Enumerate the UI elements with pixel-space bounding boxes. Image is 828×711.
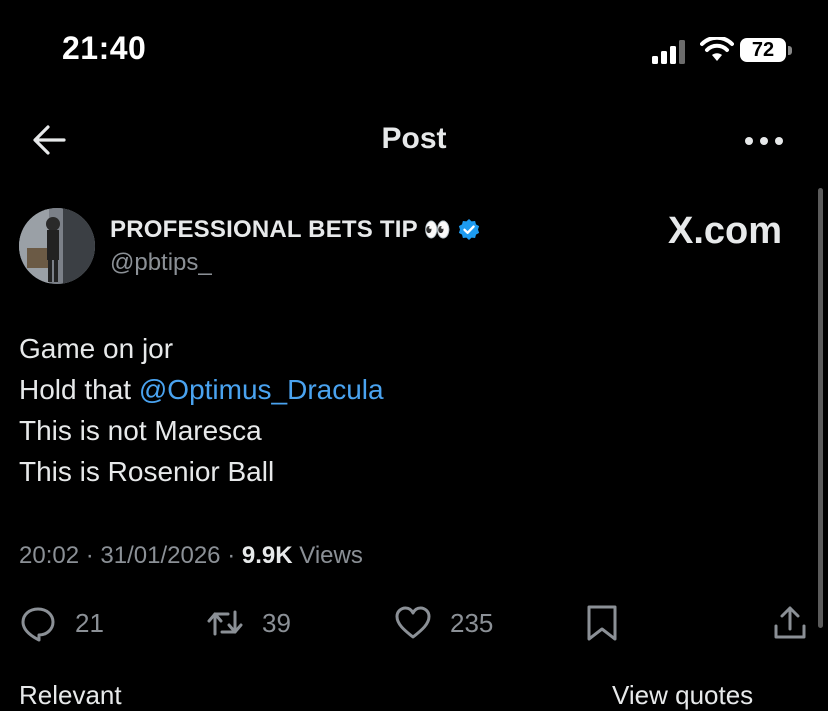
more-options-icon[interactable] [744, 136, 784, 146]
bookmark-button[interactable] [583, 603, 621, 643]
like-count: 235 [450, 607, 494, 638]
avatar[interactable] [19, 208, 95, 284]
tweet-text: Game on jor Hold that @Optimus_Dracula T… [19, 328, 384, 492]
battery-level: 72 [751, 39, 775, 61]
tweet-line: Game on jor [19, 333, 174, 364]
separator: · [227, 542, 236, 569]
author-handle[interactable]: @pbtips_ [110, 249, 212, 277]
repost-icon[interactable] [206, 604, 244, 642]
page-title: Post [381, 122, 447, 155]
views-count[interactable]: 9.9K [242, 542, 293, 569]
views-label[interactable]: Views [299, 542, 363, 569]
like-button[interactable]: 235 [394, 603, 493, 643]
post-time[interactable]: 20:02 [19, 542, 79, 569]
tweet-line: Hold that @Optimus_Dracula [19, 369, 384, 410]
post-date[interactable]: 31/01/2026 [100, 542, 220, 569]
tweet-line-prefix: Hold that [19, 374, 139, 405]
status-time: 21:40 [62, 30, 147, 66]
tweet-meta: 20:02 · 31/01/2026 · 9.9K Views [19, 542, 363, 570]
scrollbar[interactable] [818, 188, 823, 628]
eyes-emoji: 👀 [423, 217, 452, 242]
repost-count: 39 [262, 607, 291, 638]
repost-button[interactable]: 39 [206, 603, 291, 643]
heart-icon[interactable] [394, 604, 432, 642]
share-button[interactable] [771, 603, 809, 643]
reply-count: 21 [75, 607, 104, 638]
view-quotes-link[interactable]: View quotes [612, 680, 753, 711]
cellular-signal-icon [652, 40, 685, 64]
separator: · [85, 542, 94, 569]
share-icon[interactable] [771, 604, 809, 642]
battery-indicator: 72 [740, 38, 794, 64]
verified-badge-icon[interactable] [457, 218, 481, 242]
wifi-icon [700, 37, 734, 61]
x-com-watermark: X.com [668, 210, 783, 252]
reply-icon[interactable] [19, 604, 57, 642]
reply-button[interactable]: 21 [19, 603, 104, 643]
tweet-line: This is not Maresca [19, 415, 262, 446]
tweet-line: This is Rosenior Ball [19, 456, 275, 487]
sort-relevant-label[interactable]: Relevant [19, 680, 122, 711]
avatar-image [19, 208, 95, 284]
author-name-row[interactable]: PROFESSIONAL BETS TIP 👀 [110, 214, 481, 246]
author-name[interactable]: PROFESSIONAL BETS TIP [110, 216, 418, 244]
bookmark-icon[interactable] [583, 604, 621, 642]
mention-link[interactable]: @Optimus_Dracula [139, 374, 384, 405]
